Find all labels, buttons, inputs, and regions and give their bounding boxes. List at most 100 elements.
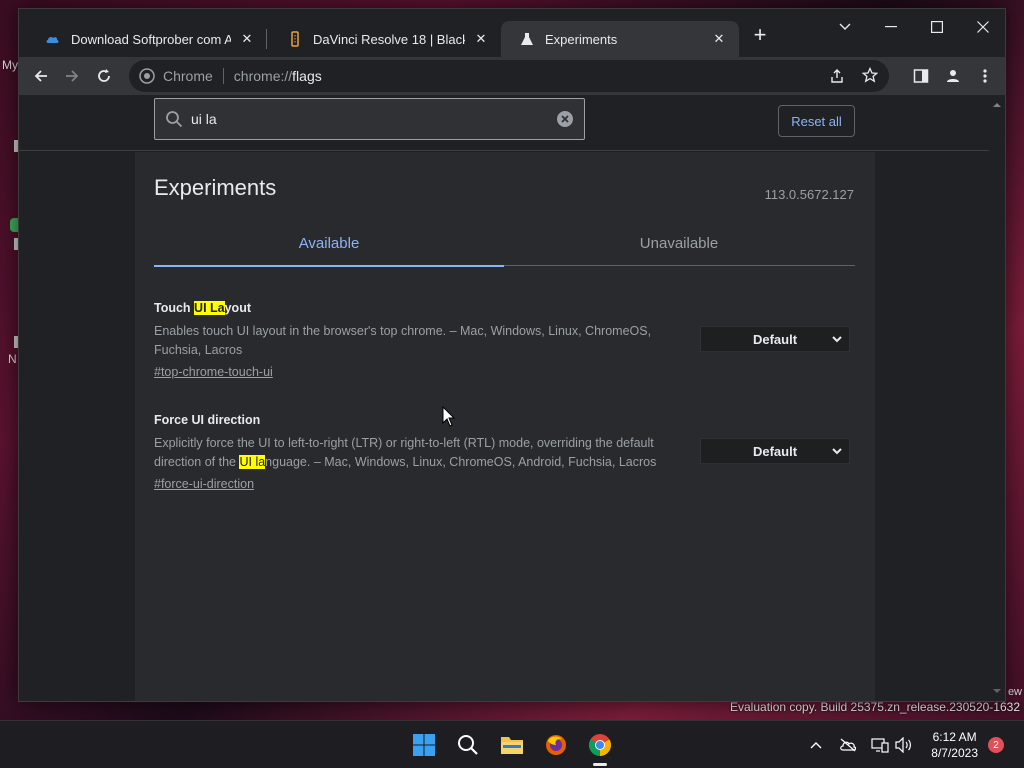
flask-icon (521, 33, 533, 45)
file-explorer-button[interactable] (498, 731, 526, 759)
search-button[interactable] (454, 731, 482, 759)
scroll-down-icon[interactable] (993, 687, 1001, 695)
firefox-icon (546, 735, 566, 755)
profile-button[interactable] (941, 64, 965, 88)
back-arrow-icon (34, 70, 47, 82)
clock-time: 6:12 AM (932, 730, 977, 744)
scroll-up-icon[interactable] (993, 101, 1001, 109)
tab-title: DaVinci Resolve 18 | Blackmagic (313, 31, 465, 47)
close-icon[interactable]: ✕ (473, 31, 489, 47)
flag-name: Touch UI Layout (154, 301, 855, 315)
active-app-indicator (593, 763, 607, 766)
reload-icon (98, 69, 110, 82)
url-host: flags (292, 68, 322, 84)
tab-search-button[interactable] (825, 15, 865, 39)
menu-button[interactable] (973, 64, 997, 88)
flag-name: Force UI direction (154, 413, 261, 427)
side-panel-button[interactable] (909, 64, 933, 88)
flags-header: Reset all (19, 95, 989, 151)
chevron-down-icon (832, 336, 842, 343)
tab-title: Download Softprober com Adob (71, 31, 231, 47)
desktop-fragment (10, 218, 18, 232)
version-label: 113.0.5672.127 (764, 187, 854, 202)
bookmark-star-button[interactable] (861, 66, 879, 88)
desktop-icon-label: ew (1007, 686, 1022, 698)
flag-description-text: nguage. – Mac, Windows, Linux, ChromeOS,… (265, 455, 657, 469)
minimize-icon (885, 26, 897, 28)
url-scheme: chrome:// (233, 68, 293, 84)
network-button[interactable] (870, 735, 890, 755)
flag-state-select[interactable]: Default (700, 326, 850, 352)
new-tab-button[interactable]: + (749, 24, 771, 47)
clear-search-icon[interactable] (556, 110, 574, 128)
taskbar: 6:12 AM 8/7/2023 2 (0, 720, 1024, 768)
security-chip: Chrome (163, 68, 213, 84)
desktop-icon-label: N (8, 352, 17, 366)
search-highlight: UI La (194, 301, 225, 315)
select-value: Default (752, 331, 798, 347)
onedrive-tray-button[interactable] (838, 735, 858, 755)
mouse-cursor-icon (442, 406, 456, 427)
chevron-up-icon (810, 742, 822, 749)
reset-all-button[interactable]: Reset all (778, 105, 855, 137)
search-input[interactable] (191, 111, 556, 127)
tab-davinci[interactable]: DaVinci Resolve 18 | Blackmagic ✕ (269, 21, 501, 57)
clock[interactable]: 6:12 AM 8/7/2023 (931, 729, 978, 761)
tab-experiments[interactable]: Experiments ✕ (501, 21, 739, 57)
tab-strip: Download Softprober com Adob ✕ DaVinci R… (19, 9, 1005, 57)
firefox-button[interactable] (542, 731, 570, 759)
more-vert-icon (983, 69, 987, 83)
chevron-down-icon (832, 448, 842, 455)
maximize-button[interactable] (917, 15, 957, 39)
maximize-icon (931, 21, 943, 33)
clock-date: 8/7/2023 (931, 746, 978, 760)
flag-description: Enables touch UI layout in the browser's… (154, 324, 652, 357)
page-title: Experiments (154, 175, 277, 200)
tab-title: Experiments (545, 31, 618, 47)
start-button[interactable] (410, 731, 438, 759)
address-bar[interactable]: Chrome chrome:// flags (129, 60, 889, 92)
back-button[interactable] (29, 64, 53, 88)
forward-arrow-icon (66, 70, 79, 82)
tab-softprober[interactable]: Download Softprober com Adob ✕ (27, 21, 267, 57)
star-icon (861, 66, 879, 83)
select-value: Default (752, 443, 798, 459)
bookmark-icon (291, 31, 299, 47)
flags-page: Reset all Experiments 113.0.5672.127 Ava… (19, 95, 989, 701)
speaker-icon (895, 737, 911, 753)
page-scrollbar[interactable] (989, 95, 1005, 701)
windows-logo-icon (413, 734, 435, 756)
notification-badge[interactable]: 2 (988, 737, 1004, 753)
minimize-button[interactable] (871, 15, 911, 39)
flag-name-text: Touch (154, 301, 195, 315)
flag-permalink[interactable]: #force-ui-direction (154, 477, 254, 491)
chrome-icon (589, 734, 611, 756)
search-icon (166, 111, 183, 128)
share-icon (831, 69, 843, 83)
flag-description: Explicitly force the UI to left-to-right… (154, 434, 679, 472)
share-button[interactable] (829, 68, 845, 89)
flag-name-text: yout (224, 301, 251, 315)
tab-unavailable[interactable]: Unavailable (504, 220, 854, 266)
onedrive-icon (46, 36, 59, 43)
person-icon (947, 70, 959, 82)
search-icon (458, 735, 478, 755)
flag-permalink[interactable]: #top-chrome-touch-ui (154, 365, 273, 379)
close-icon[interactable]: ✕ (711, 31, 727, 47)
tab-available[interactable]: Available (154, 220, 504, 267)
volume-button[interactable] (894, 735, 914, 755)
flag-state-select[interactable]: Default (700, 438, 850, 464)
reload-button[interactable] (92, 64, 116, 88)
search-highlight: UI la (239, 455, 266, 469)
desktop-icon-label: My (2, 58, 18, 72)
forward-button[interactable] (60, 64, 84, 88)
chrome-button[interactable] (586, 731, 614, 759)
show-hidden-icons-button[interactable] (806, 735, 826, 755)
evaluation-watermark: Evaluation copy. Build 25375.zn_release.… (730, 700, 1020, 714)
chrome-logo-icon (139, 68, 155, 84)
browser-toolbar: Chrome chrome:// flags (19, 57, 1005, 95)
close-icon[interactable]: ✕ (239, 31, 255, 47)
close-window-button[interactable] (963, 15, 1003, 39)
network-icon (871, 738, 889, 753)
browser-window: Download Softprober com Adob ✕ DaVinci R… (18, 8, 1006, 702)
